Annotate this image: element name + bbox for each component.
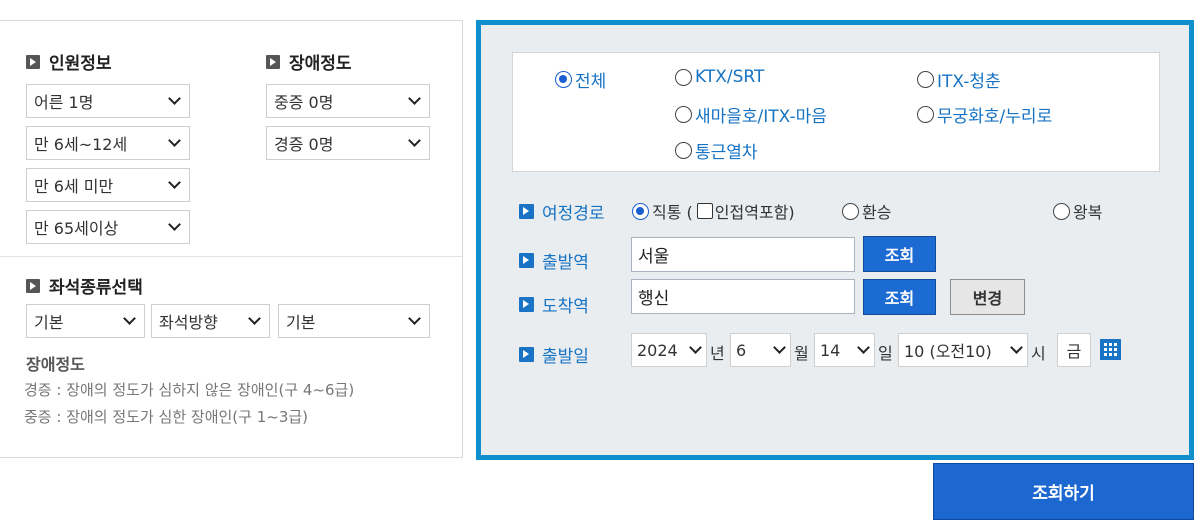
- departure-lookup-button[interactable]: 조회: [863, 236, 936, 272]
- infant-count-select[interactable]: 만 6세 미만: [26, 168, 190, 202]
- radio-checked-icon: [555, 71, 572, 88]
- year-select[interactable]: 2024: [631, 333, 707, 367]
- month-select[interactable]: 6: [730, 333, 791, 367]
- radio-checked-icon: [632, 202, 649, 220]
- swap-stations-button[interactable]: 변경: [950, 279, 1025, 315]
- passenger-options-panel: 인원정보 장애정도 어른 1명 만 6세~12세 만 6세 미만 만 65세이상…: [0, 20, 463, 458]
- arrival-station-input[interactable]: 행신: [631, 279, 855, 314]
- train-type-itx-cheongchun[interactable]: ITX-청춘: [917, 67, 1001, 92]
- departure-label: 출발역: [519, 248, 589, 273]
- arrow-icon: [26, 54, 40, 69]
- seat-type-select[interactable]: 기본: [26, 304, 145, 338]
- train-type-saemaeul[interactable]: 새마을호/ITX-마음: [675, 102, 827, 127]
- arrow-icon: [519, 297, 534, 312]
- route-roundtrip-option[interactable]: 왕복: [1053, 199, 1102, 223]
- radio-icon: [675, 142, 692, 159]
- disability-note-mild: 경증 : 장애의 정도가 심하지 않은 장애인(구 4~6급): [24, 381, 355, 399]
- day-unit: 일: [878, 344, 893, 363]
- disability-note-severe: 중증 : 장애의 정도가 심한 장애인(구 1~3급): [24, 408, 309, 426]
- train-type-ktx[interactable]: KTX/SRT: [675, 67, 764, 87]
- chevron-down-icon: [1010, 341, 1023, 354]
- hour-unit: 시: [1031, 344, 1046, 363]
- chevron-down-icon: [168, 218, 181, 231]
- search-form-panel: 전체 KTX/SRT ITX-청춘 새마을호/ITX-마음 무궁화호/누리로 통…: [476, 20, 1194, 460]
- seat-direction-select[interactable]: 좌석방향: [151, 304, 270, 338]
- adjacent-station-checkbox[interactable]: [696, 203, 713, 219]
- child-count-select[interactable]: 만 6세~12세: [26, 126, 190, 160]
- search-trains-button[interactable]: 조회하기: [933, 463, 1194, 520]
- weekday-display: 금: [1057, 333, 1091, 367]
- radio-icon: [917, 71, 934, 88]
- arrow-icon: [519, 253, 534, 268]
- seat-type-header: 좌석종류선택: [26, 273, 143, 298]
- train-type-mugunghwa[interactable]: 무궁화호/누리로: [917, 102, 1052, 127]
- chevron-down-icon: [408, 312, 421, 325]
- arrival-label: 도착역: [519, 292, 589, 317]
- chevron-down-icon: [408, 134, 421, 147]
- hour-select[interactable]: 10 (오전10): [898, 333, 1028, 367]
- seat-option-select[interactable]: 기본: [278, 304, 430, 338]
- chevron-down-icon: [408, 92, 421, 105]
- route-direct-option[interactable]: 직통 ( 인접역포함): [632, 199, 795, 223]
- train-type-box: 전체 KTX/SRT ITX-청춘 새마을호/ITX-마음 무궁화호/누리로 통…: [512, 52, 1160, 172]
- departure-date-label: 출발일: [519, 342, 589, 367]
- chevron-down-icon: [689, 341, 702, 354]
- passenger-info-header: 인원정보: [26, 49, 112, 74]
- disability-header: 장애정도: [266, 49, 352, 74]
- chevron-down-icon: [168, 92, 181, 105]
- radio-icon: [675, 106, 692, 123]
- radio-icon: [1053, 202, 1070, 220]
- chevron-down-icon: [248, 312, 261, 325]
- chevron-down-icon: [168, 134, 181, 147]
- arrow-icon: [26, 278, 40, 293]
- senior-count-select[interactable]: 만 65세이상: [26, 210, 190, 244]
- train-type-all[interactable]: 전체: [555, 67, 606, 92]
- severe-disability-select[interactable]: 중증 0명: [266, 84, 430, 118]
- chevron-down-icon: [168, 176, 181, 189]
- chevron-down-icon: [123, 312, 136, 325]
- train-type-commuter[interactable]: 통근열차: [675, 138, 758, 163]
- month-unit: 월: [794, 344, 809, 363]
- route-transfer-option[interactable]: 환승: [842, 199, 891, 223]
- arrow-icon: [519, 204, 534, 219]
- radio-icon: [917, 106, 934, 123]
- disability-note-title: 장애정도: [26, 355, 85, 374]
- radio-icon: [675, 68, 692, 86]
- arrow-icon: [519, 347, 534, 362]
- adult-count-select[interactable]: 어른 1명: [26, 84, 190, 118]
- route-label: 여정경로: [519, 199, 605, 224]
- radio-icon: [842, 202, 859, 220]
- arrow-icon: [266, 54, 280, 69]
- divider: [0, 256, 462, 257]
- chevron-down-icon: [773, 341, 786, 354]
- mild-disability-select[interactable]: 경증 0명: [266, 126, 430, 160]
- day-select[interactable]: 14: [814, 333, 875, 367]
- chevron-down-icon: [857, 341, 870, 354]
- calendar-icon[interactable]: [1100, 339, 1121, 360]
- arrival-lookup-button[interactable]: 조회: [863, 279, 936, 315]
- departure-station-input[interactable]: 서울: [631, 237, 855, 272]
- year-unit: 년: [710, 344, 725, 363]
